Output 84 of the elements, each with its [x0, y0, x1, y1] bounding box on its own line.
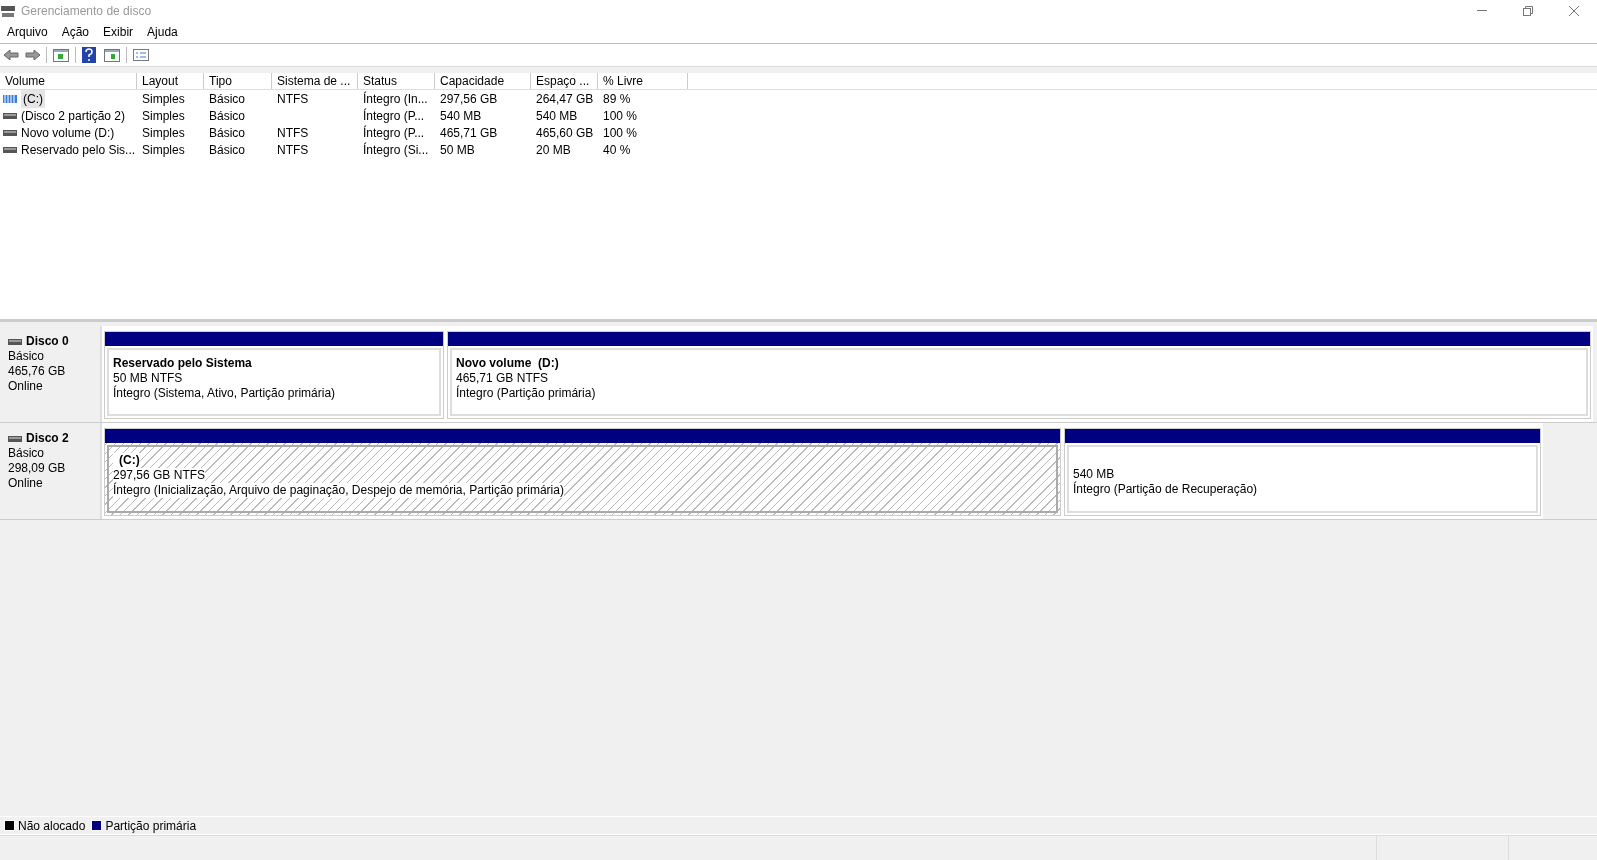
menu-item[interactable]: Exibir	[96, 21, 141, 43]
disk-name: Disco 2	[26, 431, 69, 446]
table-cell-text: Simples	[142, 90, 185, 108]
striped-drive-icon	[3, 94, 17, 103]
disk-name: Disco 0	[26, 334, 69, 349]
table-cell-text: 297,56 GB	[440, 90, 498, 108]
back-arrow-icon[interactable]	[2, 46, 20, 64]
table-cell-text: 40 %	[603, 141, 631, 159]
partition-status: Íntegro (Partição de Recuperação)	[1073, 482, 1258, 497]
console-tree-icon[interactable]	[51, 46, 71, 64]
table-cell-text: 89 %	[603, 90, 631, 108]
table-cell-text: Íntegro (P...	[363, 124, 425, 142]
table-cell-text: 50 MB	[440, 141, 475, 159]
table-cell-text: Básico	[209, 141, 246, 159]
table-cell-text: Simples	[142, 107, 185, 125]
table-cell-text: 540 MB	[536, 107, 578, 125]
column-header[interactable]: Volume	[0, 73, 137, 89]
window-title: Gerenciamento de disco	[21, 2, 152, 20]
partition-size: 297,56 GB NTFS	[113, 468, 206, 483]
table-cell-text: Íntegro (In...	[363, 90, 428, 108]
partition-block[interactable]: 540 MB Íntegro (Partição de Recuperação)	[1064, 428, 1541, 516]
table-cell[interactable]: (Disco 2 partição 2)	[21, 106, 126, 125]
disk-status: Online	[8, 379, 44, 394]
partition-block[interactable]: (C:) 297,56 GB NTFS Íntegro (Inicialização, Arquivo de paginação, Despejo de memória, Partição primária)	[104, 428, 1061, 516]
partition-block[interactable]: Reservado pelo Sistema 50 MB NTFS Íntegro (Sistema, Ativo, Partição primária)	[104, 331, 444, 419]
table-cell-text: Simples	[142, 141, 185, 159]
table-cell[interactable]: Novo volume (D:)	[21, 123, 115, 142]
action-pane-icon[interactable]	[102, 46, 122, 64]
table-cell-text: Íntegro (Si...	[363, 141, 429, 159]
column-header[interactable]: Sistema de ...	[272, 73, 358, 89]
table-cell-text: NTFS	[277, 90, 309, 108]
table-cell-text: Simples	[142, 124, 185, 142]
disk-size: 465,76 GB	[8, 364, 67, 379]
menu-item[interactable]: Ação	[54, 21, 97, 43]
partition-status: Íntegro (Sistema, Ativo, Partição primária)	[113, 386, 336, 401]
column-header[interactable]: Tipo	[204, 73, 272, 89]
table-cell-text: Básico	[209, 107, 246, 125]
disk-app-icon	[1, 3, 15, 18]
table-cell-text: NTFS	[277, 141, 309, 159]
properties-icon[interactable]	[131, 46, 151, 64]
table-cell-text: 540 MB	[440, 107, 482, 125]
drive-icon	[3, 112, 17, 119]
drive-icon	[8, 435, 22, 442]
help-icon[interactable]	[80, 46, 98, 64]
table-cell-text: Íntegro (P...	[363, 107, 425, 125]
partition-size: 465,71 GB NTFS	[456, 371, 549, 385]
partition-size: 540 MB	[1073, 467, 1115, 481]
menu-item[interactable]: Arquivo	[0, 21, 55, 43]
column-header[interactable]: % Livre	[598, 73, 688, 89]
partition-title: Novo volume (D:)	[456, 356, 560, 371]
table-cell-text: NTFS	[277, 124, 309, 142]
table-cell-text: 264,47 GB	[536, 90, 594, 108]
disk-type: Básico	[8, 446, 46, 461]
partition-size: 50 MB NTFS	[113, 371, 183, 385]
forward-arrow-icon[interactable]	[24, 46, 42, 64]
legend-label: Não alocado	[18, 817, 86, 835]
table-cell-text: 465,71 GB	[440, 124, 498, 142]
partition-title: Reservado pelo Sistema	[113, 356, 253, 371]
table-cell-text: 100 %	[603, 124, 638, 142]
column-header[interactable]: Capacidade	[435, 73, 531, 89]
partition-title: (C:)	[113, 453, 140, 468]
drive-icon	[8, 338, 22, 345]
legend-label: Partição primária	[105, 817, 197, 835]
partition-status: Íntegro (Inicialização, Arquivo de paginação, Despejo de memória, Partição primária)	[113, 483, 564, 498]
table-cell-text: 20 MB	[536, 141, 571, 159]
close-icon	[1569, 5, 1579, 16]
disk-status: Online	[8, 476, 44, 491]
partition-status: Íntegro (Partição primária)	[456, 386, 596, 401]
table-cell-text: Básico	[209, 124, 246, 142]
table-cell-text: Básico	[209, 90, 246, 108]
column-header[interactable]: Layout	[137, 73, 204, 89]
disk-type: Básico	[8, 349, 46, 364]
table-cell-text: 465,60 GB	[536, 124, 594, 142]
partition-block[interactable]: Novo volume (D:) 465,71 GB NTFS Íntegro (Partição primária)	[447, 331, 1591, 419]
disk-size: 298,09 GB	[8, 461, 67, 476]
drive-icon	[3, 129, 17, 136]
column-header[interactable]: Status	[358, 73, 435, 89]
table-cell[interactable]: Reservado pelo Sis...	[21, 140, 136, 159]
minimize-icon	[1477, 10, 1487, 11]
menu-item[interactable]: Ajuda	[140, 21, 185, 43]
table-cell-text: 100 %	[603, 107, 638, 125]
restore-icon	[1523, 5, 1533, 16]
drive-icon	[3, 146, 17, 153]
column-header[interactable]: Espaço ...	[531, 73, 598, 89]
